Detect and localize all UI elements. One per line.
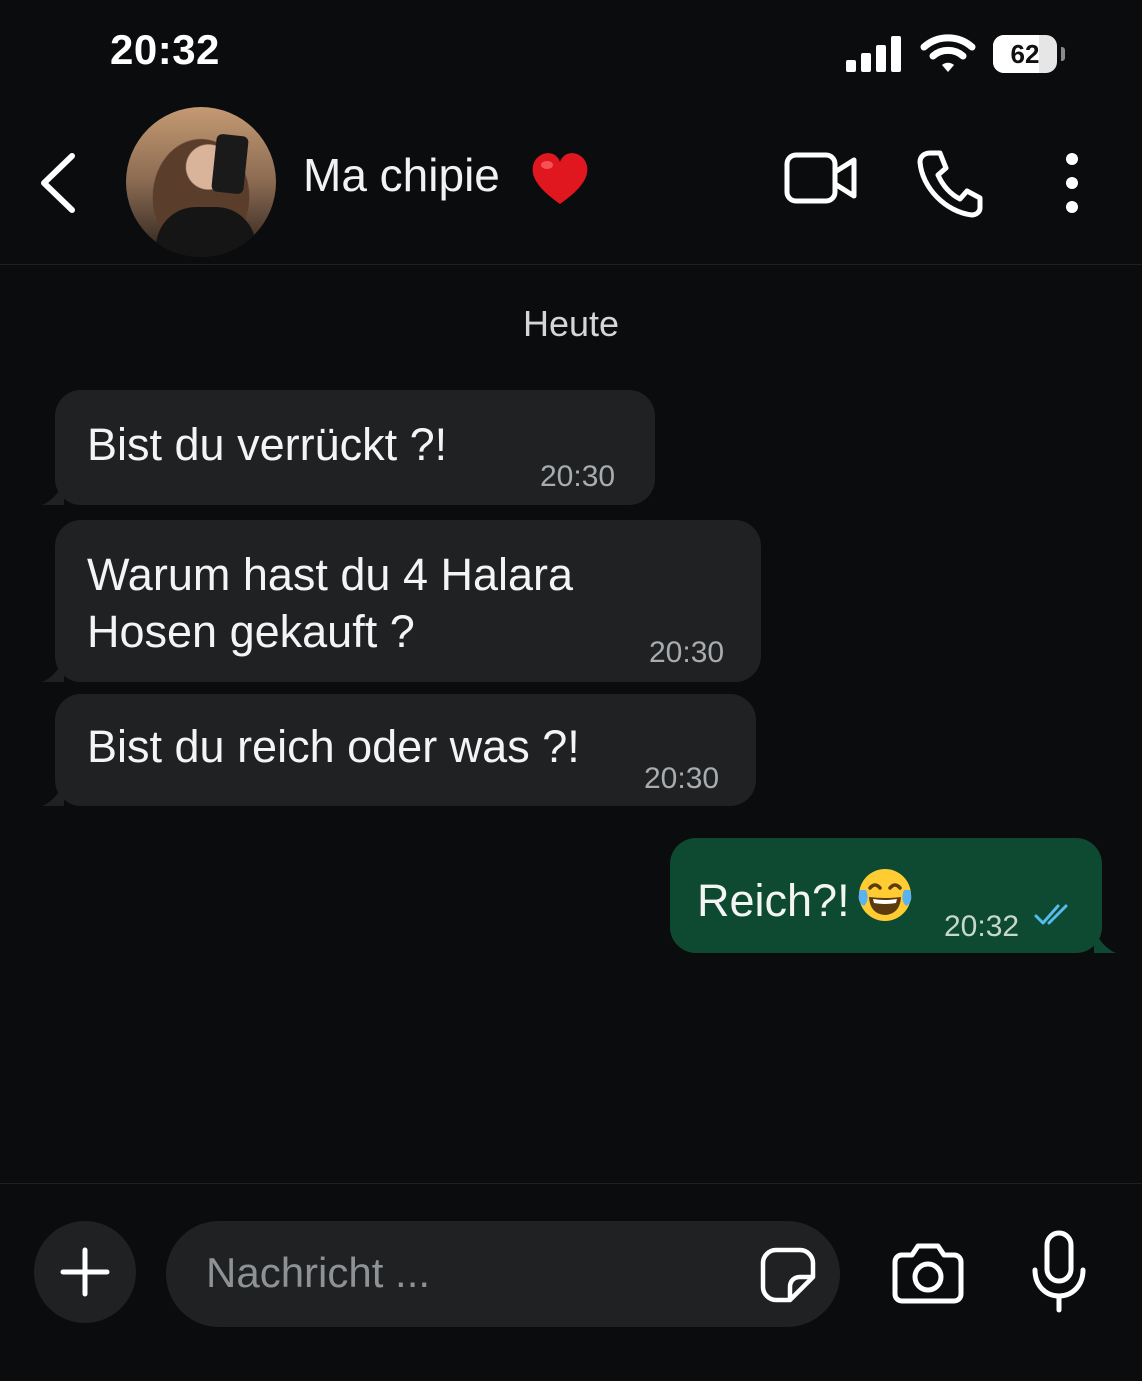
signal-icon	[846, 36, 902, 72]
chat-header: Ma chipie	[0, 104, 1142, 265]
video-call-icon[interactable]	[784, 150, 858, 206]
microphone-icon[interactable]	[1030, 1230, 1088, 1314]
message-text: Bist du verrückt ?!	[87, 419, 448, 470]
status-time: 20:32	[110, 26, 220, 73]
wifi-icon	[920, 34, 976, 72]
message-bubble-incoming[interactable]: Warum hast du 4 Halara Hosen gekauft ? 2…	[55, 520, 761, 682]
message-text-line: Warum hast du 4 Halara	[87, 549, 574, 600]
message-input-placeholder: Nachricht ...	[206, 1249, 431, 1296]
heart-emoji-icon	[532, 153, 588, 204]
more-icon[interactable]	[1060, 150, 1084, 216]
plus-icon	[60, 1247, 110, 1297]
message-text: Warum hast du 4 Halara Hosen gekauft ?	[87, 546, 573, 660]
camera-icon[interactable]	[892, 1242, 964, 1304]
message-text: Reich?!	[697, 866, 914, 929]
message-time: 20:32	[944, 910, 1020, 943]
message-bubble-incoming[interactable]: Bist du verrückt ?! 20:30	[55, 390, 655, 505]
attach-button[interactable]	[34, 1221, 136, 1323]
message-bubble-outgoing[interactable]: Reich?! 20:32	[670, 838, 1102, 953]
status-bar: 20:32 62	[0, 0, 1142, 104]
contact-name[interactable]: Ma chipie	[303, 148, 500, 202]
back-icon[interactable]	[34, 148, 84, 218]
message-text: Bist du reich oder was ?!	[87, 721, 580, 772]
sticker-icon[interactable]	[760, 1247, 816, 1303]
date-separator: Heute	[522, 303, 620, 344]
message-time: 20:30	[540, 460, 616, 493]
composer-bar: Nachricht ...	[0, 1183, 1142, 1381]
battery-percent: 62	[1010, 39, 1040, 69]
battery-icon: 62	[993, 35, 1065, 73]
voice-call-icon[interactable]	[916, 148, 984, 218]
message-time: 20:30	[649, 636, 725, 669]
message-text-line: Hosen gekauft ?	[87, 606, 415, 657]
message-text-content: Reich?!	[697, 875, 850, 926]
message-bubble-incoming[interactable]: Bist du reich oder was ?! 20:30	[55, 694, 756, 806]
message-time: 20:30	[644, 762, 720, 795]
message-input[interactable]: Nachricht ...	[166, 1221, 840, 1327]
read-receipt-icon	[1034, 904, 1068, 925]
tears-of-joy-emoji-icon	[858, 869, 911, 921]
avatar[interactable]	[126, 107, 276, 257]
chat-area[interactable]: Heute Bist du verrückt ?! 20:30 Warum ha…	[0, 265, 1142, 1183]
